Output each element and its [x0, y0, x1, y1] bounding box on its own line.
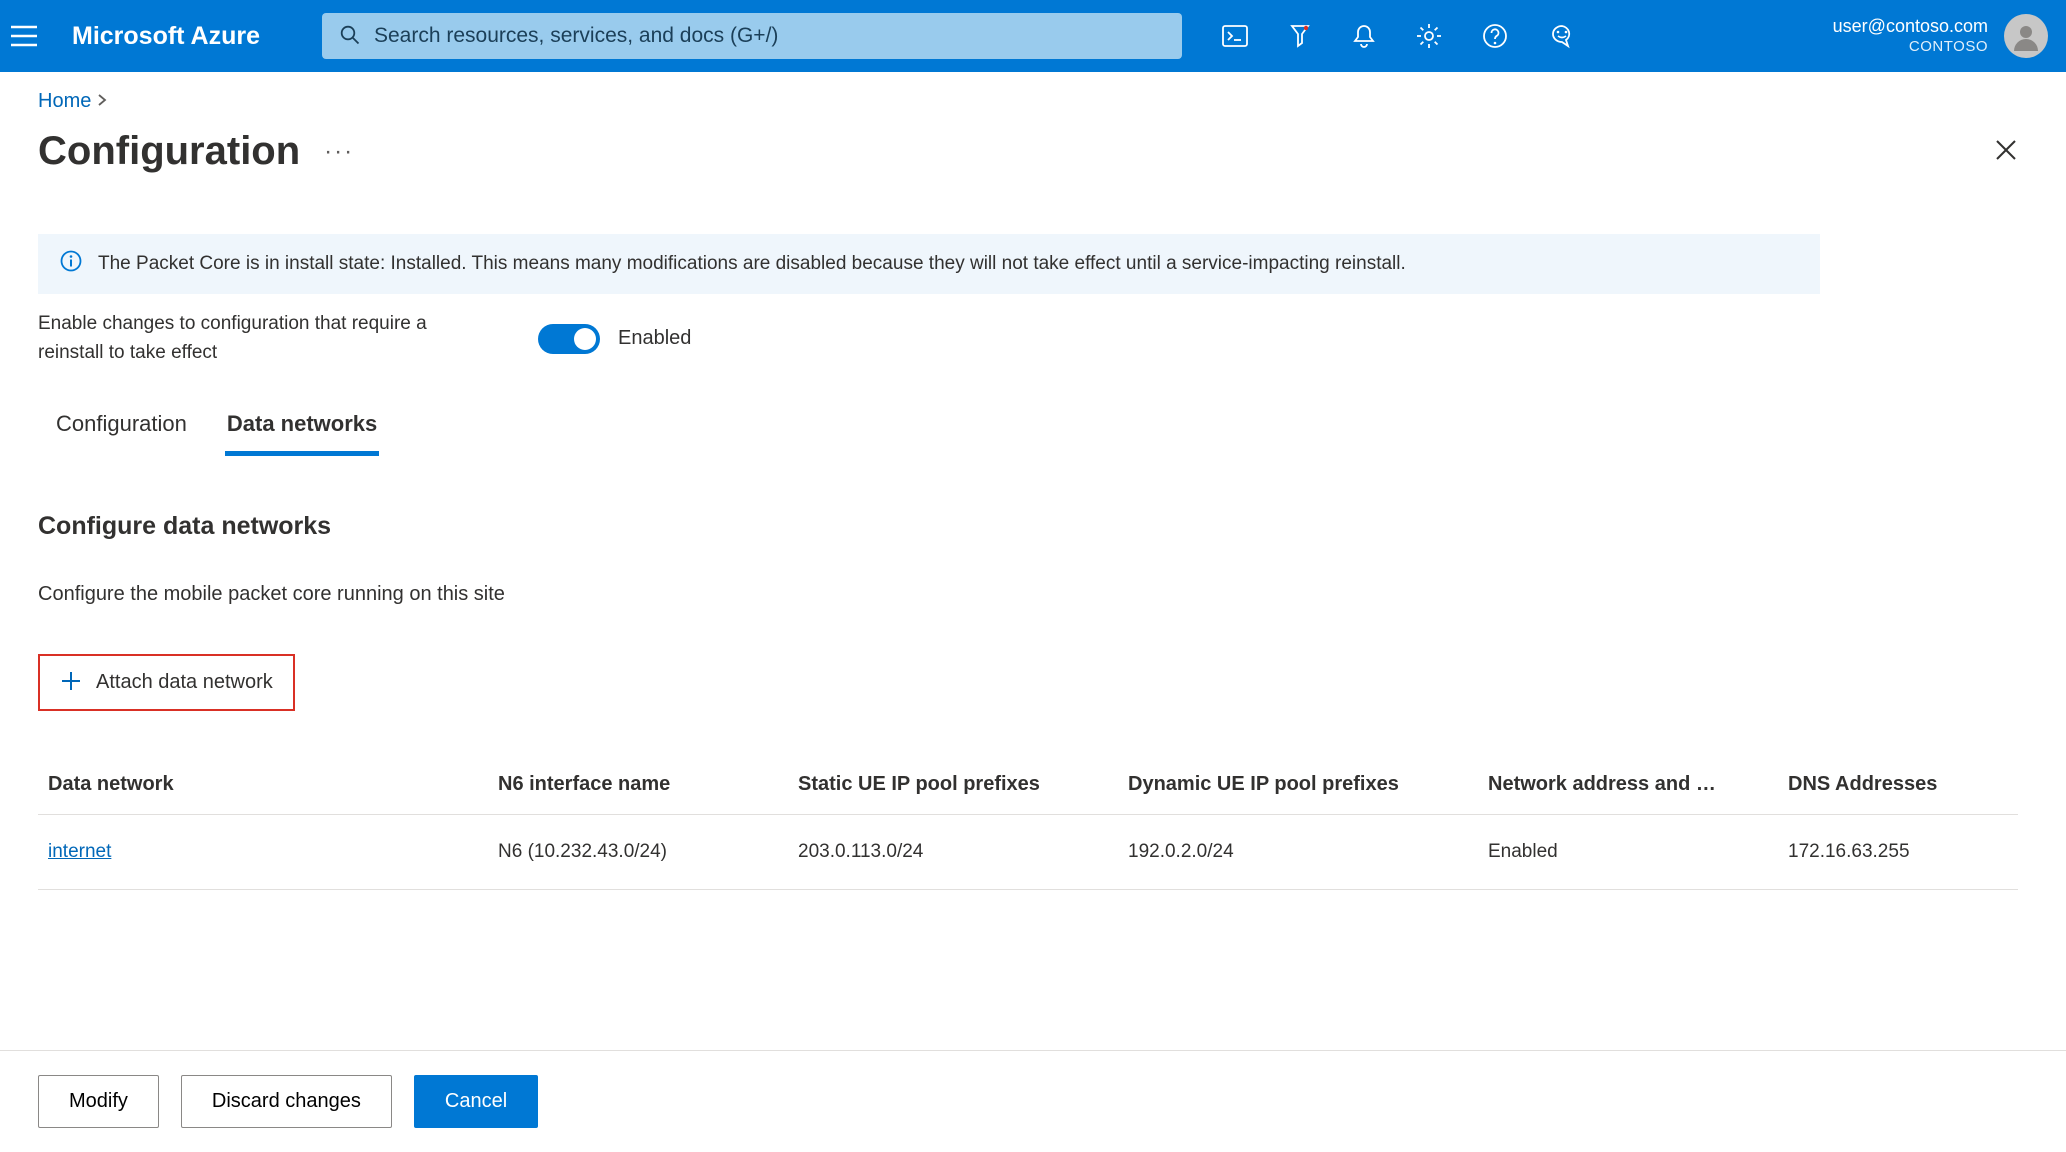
info-banner-message: The Packet Core is in install state: Ins…: [98, 253, 1406, 275]
table-row: internet N6 (10.232.43.0/24) 203.0.113.0…: [38, 815, 2018, 890]
col-header-nat[interactable]: Network address and …: [1488, 773, 1788, 796]
cell-dns: 172.16.63.255: [1788, 841, 2028, 863]
cancel-button[interactable]: Cancel: [414, 1075, 538, 1128]
tab-configuration[interactable]: Configuration: [54, 403, 189, 456]
search-icon: [340, 25, 360, 48]
data-network-link[interactable]: internet: [48, 841, 111, 862]
account-tenant: CONTOSO: [1833, 38, 1988, 57]
col-header-static-prefixes[interactable]: Static UE IP pool prefixes: [798, 773, 1128, 796]
col-header-dns[interactable]: DNS Addresses: [1788, 773, 2028, 796]
tab-data-networks[interactable]: Data networks: [225, 403, 379, 456]
info-banner: The Packet Core is in install state: Ins…: [38, 234, 1820, 294]
search-input[interactable]: [374, 24, 1164, 48]
attach-data-network-label: Attach data network: [96, 671, 273, 694]
plus-icon: [60, 670, 82, 695]
settings-icon[interactable]: [1416, 23, 1442, 49]
reinstall-toggle[interactable]: [538, 324, 600, 354]
cell-dynamic-prefixes: 192.0.2.0/24: [1128, 841, 1488, 863]
directory-filter-icon[interactable]: [1288, 23, 1312, 49]
info-icon: [60, 250, 82, 278]
breadcrumb-home[interactable]: Home: [38, 90, 91, 113]
modify-button[interactable]: Modify: [38, 1075, 159, 1128]
page-title: Configuration: [38, 129, 300, 174]
reinstall-toggle-description: Enable changes to configuration that req…: [38, 310, 468, 367]
more-actions-icon[interactable]: ···: [324, 138, 354, 166]
close-icon[interactable]: [1994, 138, 2018, 165]
brand-label[interactable]: Microsoft Azure: [72, 22, 260, 51]
attach-data-network-button[interactable]: Attach data network: [38, 654, 295, 711]
cell-static-prefixes: 203.0.113.0/24: [798, 841, 1128, 863]
avatar[interactable]: [2004, 14, 2048, 58]
chevron-right-icon: [97, 90, 107, 113]
cloud-shell-icon[interactable]: [1222, 25, 1248, 47]
cell-nat: Enabled: [1488, 841, 1788, 863]
col-header-data-network[interactable]: Data network: [48, 773, 498, 796]
search-box[interactable]: [322, 13, 1182, 59]
notifications-icon[interactable]: [1352, 23, 1376, 49]
col-header-dynamic-prefixes[interactable]: Dynamic UE IP pool prefixes: [1128, 773, 1488, 796]
help-icon[interactable]: [1482, 23, 1508, 49]
cell-n6: N6 (10.232.43.0/24): [498, 841, 798, 863]
discard-changes-button[interactable]: Discard changes: [181, 1075, 392, 1128]
feedback-icon[interactable]: [1548, 23, 1576, 49]
col-header-n6[interactable]: N6 interface name: [498, 773, 798, 796]
hamburger-icon[interactable]: [10, 25, 38, 47]
table-header-row: Data network N6 interface name Static UE…: [38, 755, 2018, 815]
section-heading: Configure data networks: [38, 512, 2028, 541]
reinstall-toggle-state: Enabled: [618, 327, 691, 350]
account-email[interactable]: user@contoso.com: [1833, 15, 1988, 38]
breadcrumb: Home: [38, 90, 2028, 113]
section-subheading: Configure the mobile packet core running…: [38, 583, 2028, 606]
